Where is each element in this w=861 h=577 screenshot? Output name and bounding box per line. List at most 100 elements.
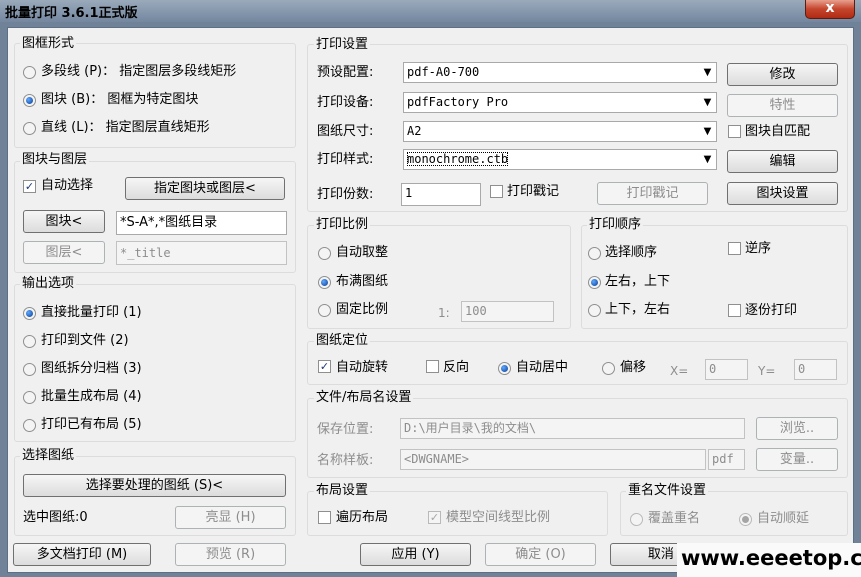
stamp-checkbox[interactable]	[490, 185, 503, 198]
scale-fit-paper-label[interactable]: 布满图纸	[336, 274, 388, 290]
output-generate-layouts-radio[interactable]	[23, 391, 36, 404]
property-button[interactable]: 特性	[727, 94, 838, 117]
device-label: 打印设备:	[317, 95, 374, 110]
order-top-bottom-label[interactable]: 上下，左右	[605, 302, 670, 318]
block-match-checkbox[interactable]	[728, 125, 741, 138]
chevron-down-icon: ▼	[703, 67, 712, 78]
ratio-input[interactable]: 100	[461, 301, 554, 322]
scale-auto-round-radio[interactable]	[318, 247, 331, 260]
frame-option-polyline-label[interactable]: 多段线 (P)： 指定图层多段线矩形	[41, 64, 236, 80]
plot-style-select[interactable]: monochrome.ctb ▼	[403, 149, 717, 170]
output-direct-print-radio[interactable]	[23, 307, 36, 320]
specify-block-layer-button[interactable]: 指定图块或图层<	[125, 177, 285, 200]
frame-option-line-radio[interactable]	[23, 122, 36, 135]
multi-document-print-button[interactable]: 多文档打印 (M)	[13, 543, 151, 566]
preview-button[interactable]: 预览 (R)	[175, 543, 286, 566]
output-print-to-file-radio[interactable]	[23, 335, 36, 348]
select-drawings-button[interactable]: 选择要处理的图纸 (S)<	[23, 474, 286, 497]
offset-label[interactable]: 偏移	[620, 360, 646, 376]
browse-button[interactable]: 浏览..	[756, 417, 838, 440]
close-button[interactable]: x	[805, 0, 855, 19]
output-split-archive-label[interactable]: 图纸拆分归档 (3)	[41, 361, 142, 377]
positioning-group-title: 图纸定位	[314, 333, 371, 349]
output-print-existing-layouts-label[interactable]: 打印已有布局 (5)	[41, 417, 142, 433]
scale-fit-paper-radio[interactable]	[318, 276, 331, 289]
auto-center-radio[interactable]	[498, 362, 511, 375]
modify-button[interactable]: 修改	[727, 63, 838, 86]
layer-name-input[interactable]: *_title	[116, 241, 287, 265]
traverse-layout-label[interactable]: 遍历布局	[336, 510, 388, 526]
print-settings-group-title: 打印设置	[314, 37, 371, 53]
rename-group-title: 重名文件设置	[626, 483, 709, 499]
paper-size-select[interactable]: A2 ▼	[403, 121, 717, 142]
frame-option-block-label[interactable]: 图块 (B)： 图框为特定图块	[41, 92, 198, 108]
file-extension-input[interactable]: pdf	[708, 449, 745, 470]
application-window: 批量打印 3.6.1正式版 x 图框形式 多段线 (P)： 指定图层多段线矩形 …	[0, 0, 861, 577]
paper-size-select-value: A2	[407, 124, 422, 138]
highlight-button[interactable]: 亮显 (H)	[175, 506, 286, 529]
auto-defer-radio[interactable]	[739, 513, 752, 526]
reverse-label[interactable]: 反向	[443, 360, 469, 376]
copy-by-copy-label[interactable]: 逐份打印	[745, 303, 797, 319]
auto-select-label[interactable]: 自动选择	[41, 178, 93, 194]
frame-option-block-radio[interactable]	[23, 94, 36, 107]
auto-rotate-label[interactable]: 自动旋转	[336, 360, 388, 376]
reverse-order-checkbox[interactable]	[728, 242, 741, 255]
variable-button[interactable]: 变量..	[756, 448, 838, 471]
output-generate-layouts-label[interactable]: 批量生成布局 (4)	[41, 389, 142, 405]
dialog-body: 图框形式 多段线 (P)： 指定图层多段线矩形 图块 (B)： 图框为特定图块 …	[7, 27, 854, 573]
block-settings-button[interactable]: 图块设置	[727, 182, 838, 205]
output-print-existing-layouts-radio[interactable]	[23, 419, 36, 432]
watermark: www.eeeetop.com	[677, 543, 861, 577]
stamp-label[interactable]: 打印戳记	[507, 184, 559, 200]
edit-style-button[interactable]: 编辑	[727, 150, 838, 173]
block-name-input[interactable]: *S-A*,*图纸目录	[116, 211, 287, 235]
offset-x-input[interactable]: 0	[705, 359, 748, 380]
auto-rotate-checkbox[interactable]: ✓	[318, 360, 331, 373]
window-title: 批量打印 3.6.1正式版	[5, 6, 138, 21]
apply-button[interactable]: 应用 (Y)	[360, 543, 471, 566]
overwrite-label[interactable]: 覆盖重名	[648, 511, 700, 527]
name-template-input[interactable]: <DWGNAME>	[400, 449, 706, 470]
device-select[interactable]: pdfFactory Pro ▼	[403, 92, 717, 113]
block-pick-button[interactable]: 图块<	[23, 210, 105, 233]
title-bar: 批量打印 3.6.1正式版	[0, 0, 861, 22]
order-group-title: 打印顺序	[587, 217, 644, 233]
scale-auto-round-label[interactable]: 自动取整	[336, 245, 388, 261]
ok-button[interactable]: 确定 (O)	[485, 543, 596, 566]
copies-input[interactable]: 1	[401, 183, 481, 206]
auto-select-checkbox[interactable]: ✓	[23, 180, 36, 193]
auto-defer-label[interactable]: 自动顺延	[757, 511, 809, 527]
plot-style-select-value: monochrome.ctb	[407, 152, 509, 166]
paper-label: 图纸尺寸:	[317, 124, 374, 139]
copy-by-copy-checkbox[interactable]	[728, 304, 741, 317]
order-left-right-label[interactable]: 左右，上下	[605, 274, 670, 290]
scale-fixed-radio[interactable]	[318, 304, 331, 317]
order-selection-radio[interactable]	[588, 247, 601, 260]
preset-label: 预设配置:	[317, 65, 374, 80]
preset-select[interactable]: pdf-A0-700 ▼	[403, 62, 717, 83]
overwrite-radio[interactable]	[630, 513, 643, 526]
reverse-order-label[interactable]: 逆序	[745, 241, 771, 257]
layer-pick-button[interactable]: 图层<	[23, 241, 105, 264]
model-space-linetype-checkbox[interactable]: ✓	[428, 511, 441, 524]
traverse-layout-checkbox[interactable]	[318, 511, 331, 524]
output-split-archive-radio[interactable]	[23, 363, 36, 376]
offset-y-input[interactable]: 0	[794, 359, 837, 380]
order-selection-label[interactable]: 选择顺序	[605, 245, 657, 261]
order-left-right-radio[interactable]	[588, 276, 601, 289]
reverse-checkbox[interactable]	[426, 360, 439, 373]
output-direct-print-label[interactable]: 直接批量打印 (1)	[41, 305, 142, 321]
save-location-input[interactable]: D:\用户目录\我的文档\	[400, 418, 745, 439]
stamp-button[interactable]: 打印戳记	[597, 182, 708, 205]
scale-fixed-label[interactable]: 固定比例	[336, 302, 388, 318]
offset-radio[interactable]	[602, 362, 615, 375]
auto-center-label[interactable]: 自动居中	[516, 360, 568, 376]
block-match-label[interactable]: 图块自匹配	[745, 124, 810, 140]
frame-option-polyline-radio[interactable]	[23, 66, 36, 79]
output-print-to-file-label[interactable]: 打印到文件 (2)	[41, 333, 129, 349]
model-space-linetype-label[interactable]: 模型空间线型比例	[446, 510, 550, 526]
frame-option-line-label[interactable]: 直线 (L)： 指定图层直线矩形	[41, 120, 210, 136]
order-top-bottom-radio[interactable]	[588, 304, 601, 317]
block-layer-group-title: 图块与图层	[20, 152, 90, 168]
